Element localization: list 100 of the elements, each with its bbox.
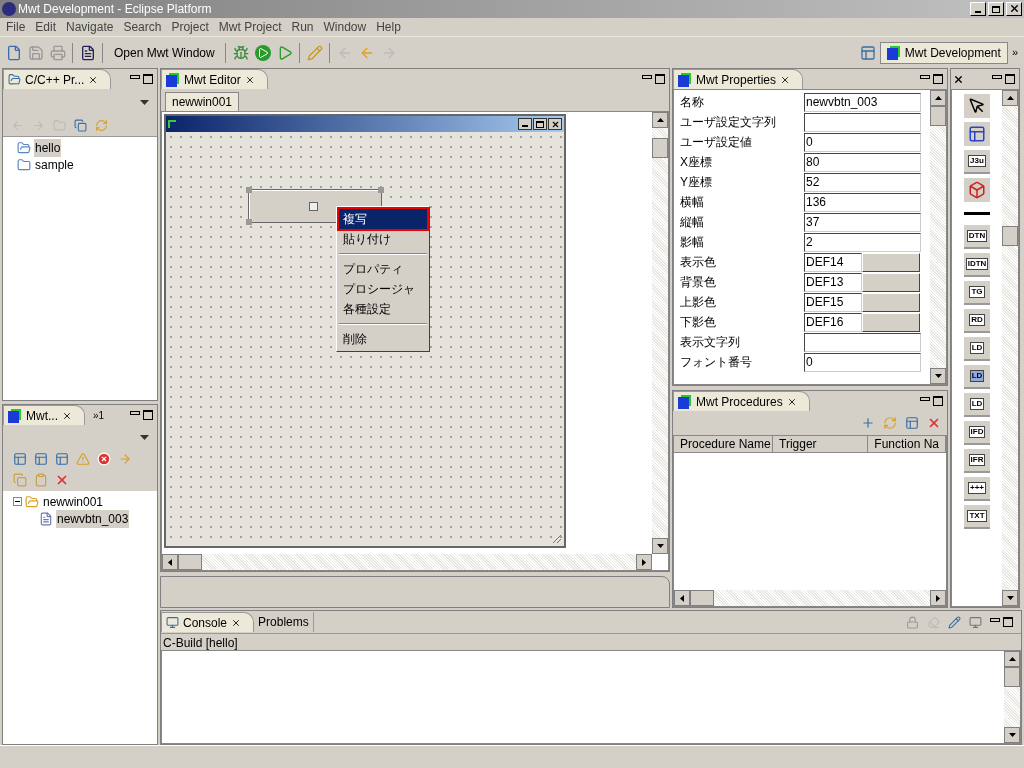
window-icon[interactable] xyxy=(13,452,27,466)
new-file-icon[interactable] xyxy=(6,44,22,61)
palette-tool[interactable]: LD xyxy=(969,342,985,354)
palette-tool[interactable]: TG xyxy=(969,286,985,298)
view-tab[interactable]: Mwt... xyxy=(3,405,85,425)
maximize-button[interactable] xyxy=(1003,617,1013,627)
maximize-button[interactable] xyxy=(933,396,943,406)
close-icon[interactable] xyxy=(88,74,99,85)
color-button[interactable] xyxy=(862,312,920,332)
tree-item[interactable]: newwin001 xyxy=(42,492,105,511)
palette-tool[interactable]: IFD xyxy=(968,426,986,438)
property-field[interactable] xyxy=(804,112,921,132)
restore-button[interactable] xyxy=(988,2,1004,16)
view-tab[interactable]: C/C++ Pr... xyxy=(3,69,112,89)
menu-item[interactable]: Mwt Project xyxy=(214,18,286,36)
minimize-button[interactable] xyxy=(130,411,140,415)
palette-tool[interactable]: DTN xyxy=(966,230,988,242)
menu-item[interactable]: Window xyxy=(319,18,371,36)
column-header[interactable]: Procedure Name xyxy=(674,436,773,453)
menu-item[interactable]: Navigate xyxy=(62,18,118,36)
color-button[interactable] xyxy=(862,292,920,312)
open-mwt-window-button[interactable]: Open Mwt Window xyxy=(110,43,219,62)
menu-item[interactable]: Help xyxy=(372,18,405,36)
property-field[interactable]: newvbtn_003 xyxy=(804,92,921,112)
property-field[interactable]: 80 xyxy=(804,152,921,172)
palette-tool[interactable]: LD xyxy=(969,370,985,382)
delete-icon[interactable] xyxy=(55,473,69,487)
minimize-button[interactable] xyxy=(642,75,652,79)
close-icon[interactable] xyxy=(62,410,72,421)
display-icon[interactable] xyxy=(969,615,982,629)
view-menu-icon[interactable] xyxy=(140,99,149,105)
palette-tool[interactable]: J3u xyxy=(968,155,986,167)
vertical-scrollbar[interactable] xyxy=(930,90,946,384)
maximize-button[interactable] xyxy=(143,410,153,420)
property-field[interactable]: 52 xyxy=(804,172,921,192)
maximize-button[interactable] xyxy=(1005,74,1015,84)
console-tab[interactable]: Problems xyxy=(254,612,314,632)
palette-tool[interactable]: IDTN xyxy=(965,258,989,270)
vertical-scrollbar[interactable] xyxy=(1004,651,1020,743)
delete-icon[interactable] xyxy=(927,416,941,430)
menu-item[interactable]: 各種設定 xyxy=(339,299,427,319)
add-icon[interactable] xyxy=(861,416,875,430)
palette-tool[interactable]: +++ xyxy=(968,482,986,494)
minimize-button[interactable] xyxy=(992,75,1002,79)
cube-tool-icon[interactable] xyxy=(964,178,990,202)
minimize-button[interactable] xyxy=(990,618,1000,622)
view-tab[interactable]: Mwt Procedures xyxy=(673,391,810,411)
resize-grip-icon[interactable] xyxy=(551,533,562,544)
property-field[interactable]: 2 xyxy=(804,232,921,252)
vertical-scrollbar[interactable] xyxy=(1002,90,1018,606)
tree-item[interactable]: hello xyxy=(34,138,62,157)
view-tab[interactable]: Mwt Properties xyxy=(673,69,804,89)
scroll-thumb[interactable] xyxy=(930,106,946,126)
scroll-thumb[interactable] xyxy=(1004,667,1020,687)
horizontal-scrollbar[interactable] xyxy=(674,590,946,606)
palette-tool[interactable]: LD xyxy=(969,398,985,410)
view-menu-icon[interactable] xyxy=(140,434,149,440)
windows-icon[interactable] xyxy=(964,122,990,146)
close-icon[interactable] xyxy=(953,73,964,85)
scroll-thumb[interactable] xyxy=(178,554,202,570)
scroll-thumb[interactable] xyxy=(1002,226,1018,246)
page-tab[interactable]: newwin001 xyxy=(165,92,240,111)
property-field[interactable]: 0 xyxy=(804,352,921,372)
property-field[interactable]: 136 xyxy=(804,192,921,212)
window-icon[interactable] xyxy=(905,416,919,430)
color-button[interactable] xyxy=(862,272,920,292)
error-icon[interactable] xyxy=(97,452,111,466)
close-icon[interactable] xyxy=(244,74,255,85)
bug-icon[interactable] xyxy=(232,44,249,61)
tree-item[interactable]: sample xyxy=(34,155,75,174)
overflow-tabs[interactable]: »1 xyxy=(93,407,105,423)
window-icon[interactable] xyxy=(34,452,48,466)
vertical-scrollbar[interactable] xyxy=(652,112,668,554)
property-field[interactable]: DEF13 xyxy=(804,272,862,292)
maximize-button[interactable] xyxy=(655,74,665,84)
close-icon[interactable] xyxy=(780,74,791,85)
scroll-thumb[interactable] xyxy=(652,138,668,158)
close-icon[interactable] xyxy=(231,617,242,628)
menu-item[interactable]: プロシージャ xyxy=(339,279,427,299)
minimize-button[interactable] xyxy=(130,75,140,79)
close-button[interactable] xyxy=(548,118,562,130)
menu-item[interactable]: Run xyxy=(287,18,318,36)
menu-item[interactable]: プロパティ xyxy=(339,259,427,279)
maximize-button[interactable] xyxy=(143,74,153,84)
minimize-button[interactable] xyxy=(920,397,930,401)
property-field[interactable] xyxy=(804,332,921,352)
scroll-thumb[interactable] xyxy=(690,590,714,606)
menu-item[interactable]: File xyxy=(2,18,30,36)
palette-tool[interactable]: RD xyxy=(969,314,985,326)
property-field[interactable]: DEF14 xyxy=(804,252,862,272)
column-header[interactable]: Function Na xyxy=(868,436,946,453)
tree-item[interactable]: newvbtn_003 xyxy=(56,509,130,528)
maximize-button[interactable] xyxy=(933,74,943,84)
palette-tool[interactable]: TXT xyxy=(967,510,987,522)
minimize-button[interactable] xyxy=(920,75,930,79)
menu-item[interactable]: 削除 xyxy=(339,329,427,349)
menu-item[interactable]: 貼り付け xyxy=(339,229,427,249)
column-header[interactable]: Trigger xyxy=(773,436,869,453)
menu-item[interactable]: Search xyxy=(119,18,166,36)
more-perspectives[interactable]: » xyxy=(1011,44,1018,61)
